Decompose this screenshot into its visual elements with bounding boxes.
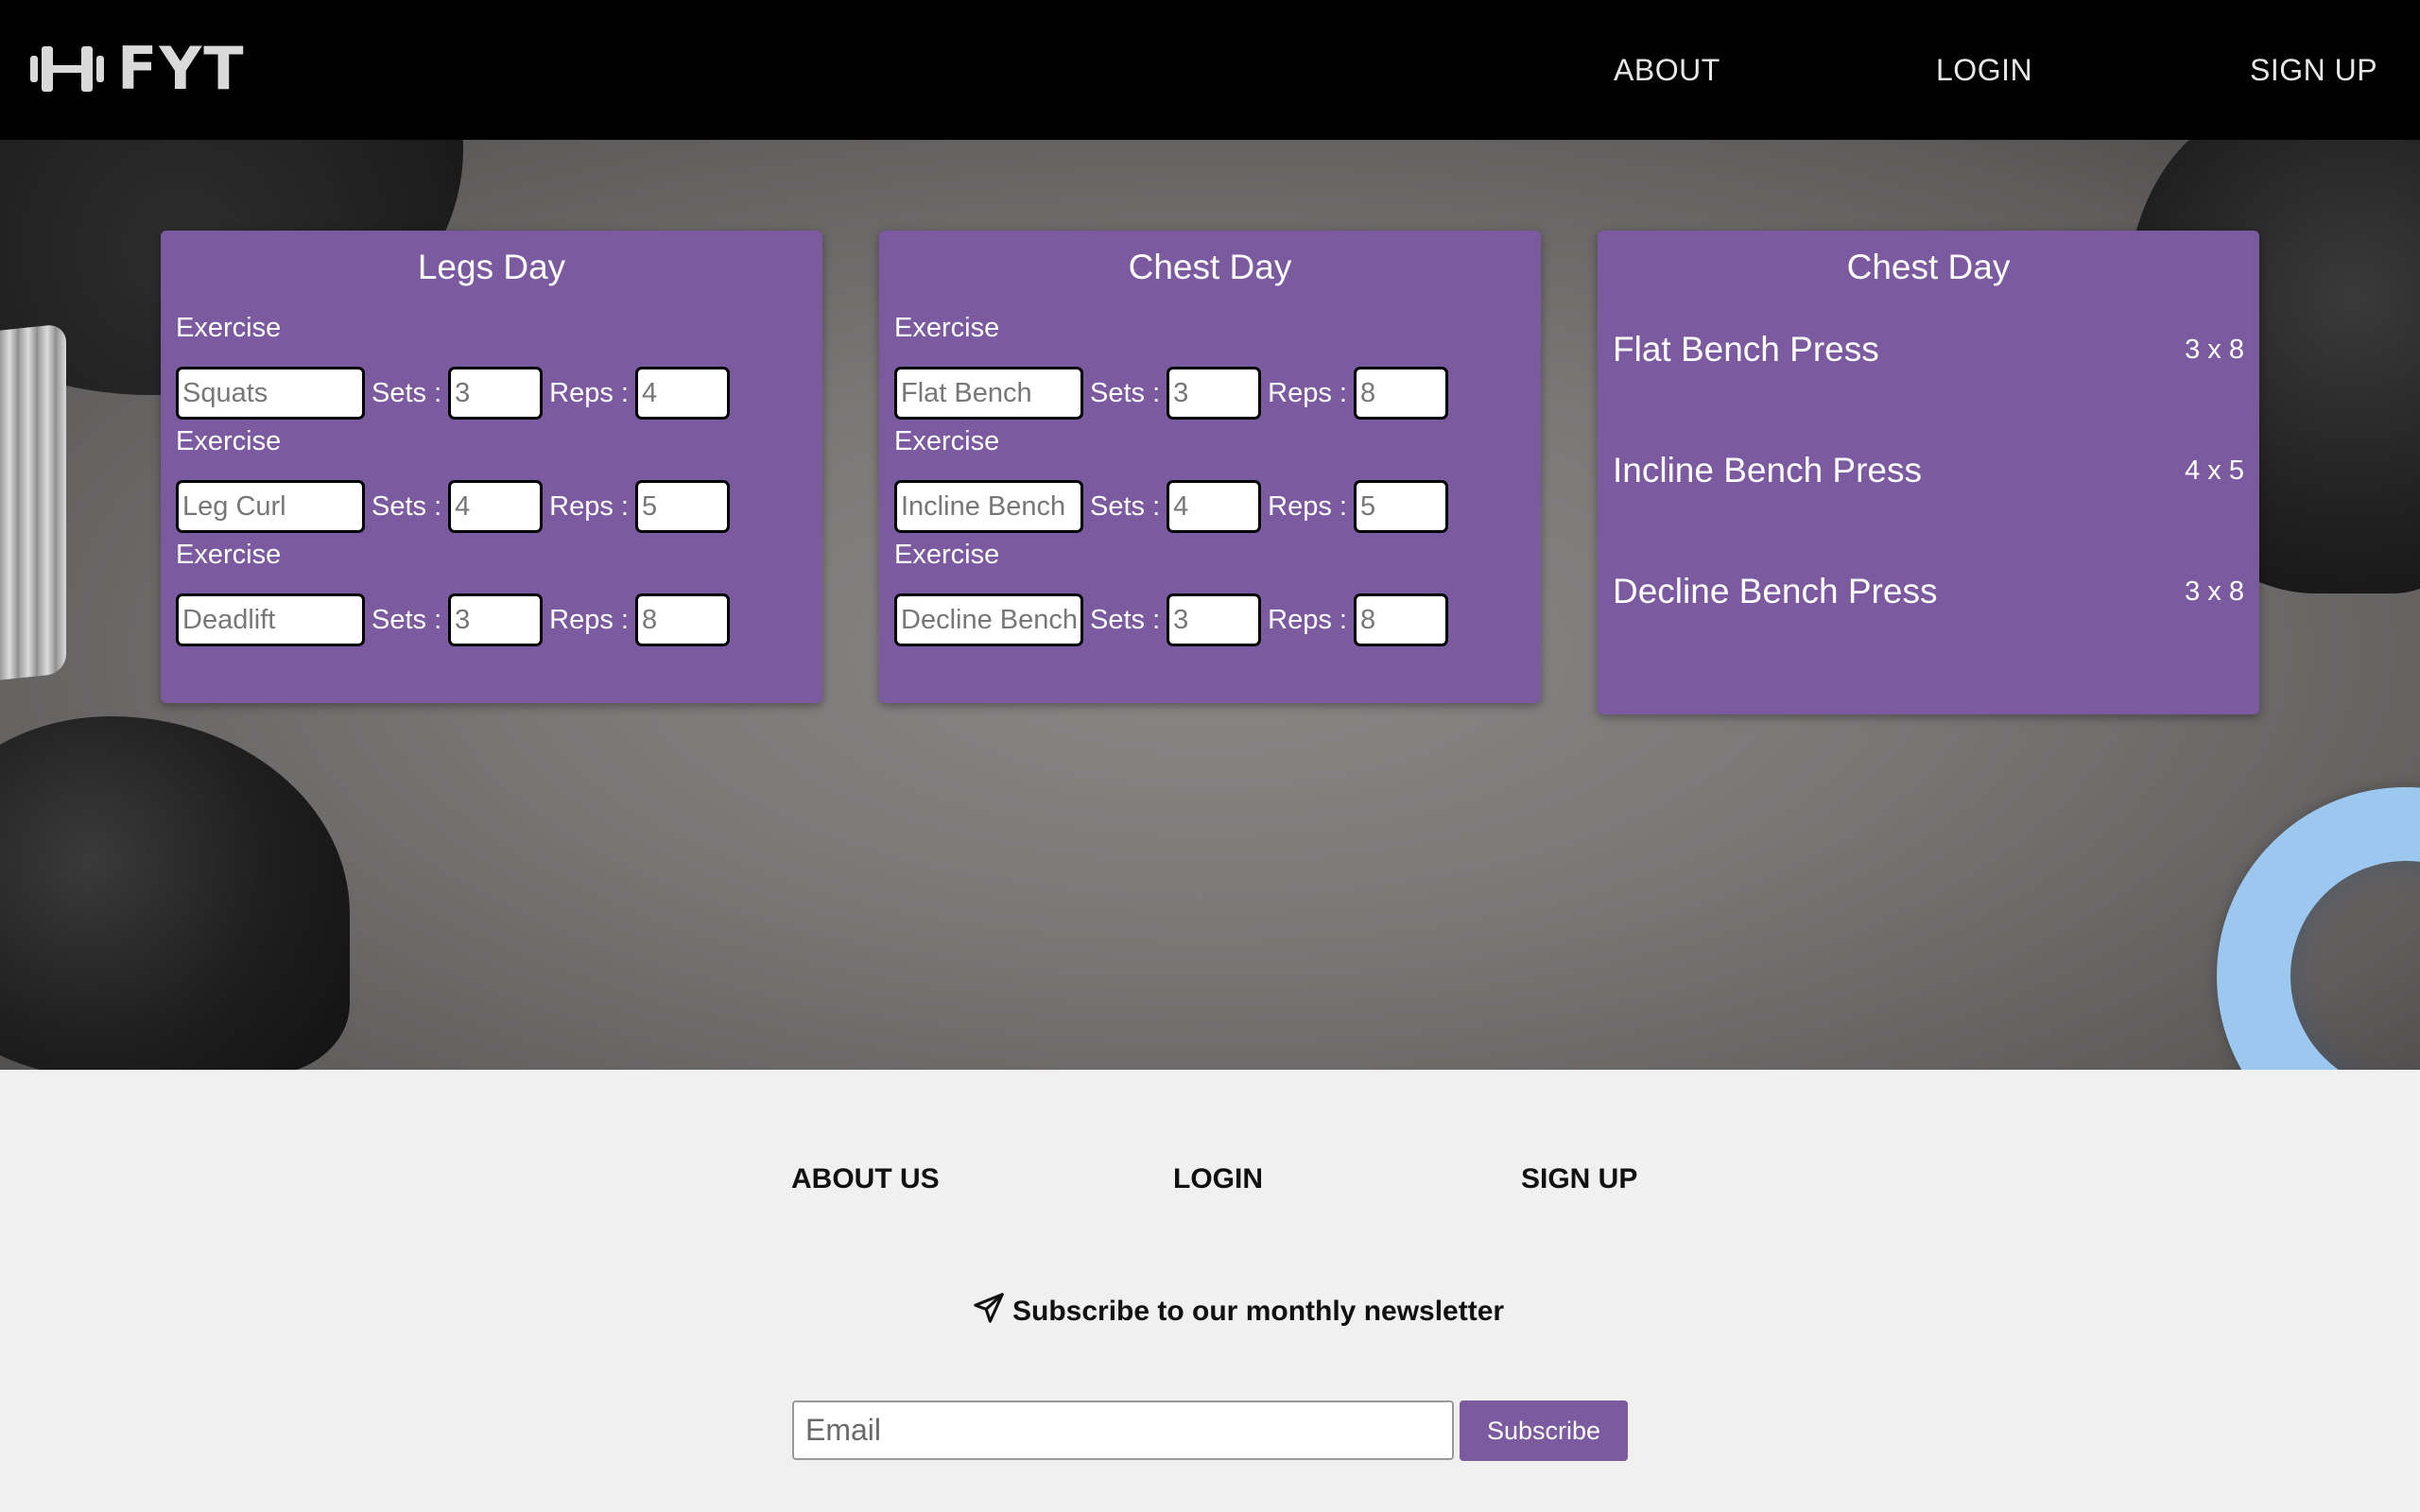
reps-input[interactable] bbox=[1353, 367, 1448, 420]
sets-input[interactable] bbox=[1167, 367, 1262, 420]
reps-label: Reps : bbox=[549, 490, 629, 522]
footer-signup-link[interactable]: SIGN UP bbox=[1521, 1160, 1637, 1198]
sets-label: Sets : bbox=[372, 377, 442, 408]
exercise-name-input[interactable] bbox=[894, 593, 1083, 646]
summary-exercise-name: Incline Bench Press bbox=[1613, 451, 1923, 490]
exercise-name-input[interactable] bbox=[894, 367, 1083, 420]
exercise-name-input[interactable] bbox=[176, 367, 365, 420]
reps-input[interactable] bbox=[1353, 593, 1448, 646]
summary-exercise-name: Flat Bench Press bbox=[1613, 330, 1879, 369]
newsletter-text: Subscribe to our monthly newsletter bbox=[1012, 1296, 1505, 1327]
exercise-label: Exercise bbox=[894, 540, 1000, 570]
footer-about-link[interactable]: ABOUT US bbox=[791, 1160, 940, 1198]
reps-input[interactable] bbox=[1353, 480, 1448, 533]
email-field[interactable] bbox=[792, 1400, 1454, 1460]
card-title: Legs Day bbox=[417, 248, 566, 286]
reps-label: Reps : bbox=[549, 604, 629, 635]
site-footer: ABOUT US LOGIN SIGN UP Subscribe to our … bbox=[0, 1070, 2420, 1512]
summary-exercise-name: Decline Bench Press bbox=[1613, 572, 1938, 610]
reps-label: Reps : bbox=[1268, 604, 1347, 635]
workout-card-chest: Chest Day Exercise Sets : Reps : Exercis… bbox=[879, 231, 1541, 703]
exercise-label: Exercise bbox=[176, 426, 282, 456]
sets-input[interactable] bbox=[1167, 593, 1262, 646]
exercise-name-input[interactable] bbox=[176, 480, 365, 533]
reps-input[interactable] bbox=[634, 367, 730, 420]
exercise-label: Exercise bbox=[176, 540, 282, 570]
nav-signup-link[interactable]: SIGN UP bbox=[2250, 49, 2377, 91]
exercise-row: Sets : Reps : bbox=[176, 367, 730, 420]
sets-label: Sets : bbox=[1090, 377, 1161, 408]
summary-sets-reps: 3 x 8 bbox=[2185, 335, 2244, 365]
exercise-label: Exercise bbox=[894, 426, 1000, 456]
glove-image bbox=[0, 716, 350, 1070]
grip-ring-image bbox=[2217, 787, 2420, 1070]
brand-logo[interactable]: FYT bbox=[28, 38, 246, 100]
nav-login-link[interactable]: LOGIN bbox=[1936, 49, 2032, 91]
reps-label: Reps : bbox=[549, 377, 629, 408]
summary-sets-reps: 4 x 5 bbox=[2185, 455, 2244, 486]
exercise-label: Exercise bbox=[894, 313, 1000, 343]
exercise-name-input[interactable] bbox=[176, 593, 365, 646]
newsletter-heading: Subscribe to our monthly newsletter bbox=[973, 1291, 1504, 1332]
footer-login-link[interactable]: LOGIN bbox=[1173, 1160, 1263, 1198]
sets-label: Sets : bbox=[1090, 604, 1161, 635]
summary-sets-reps: 3 x 8 bbox=[2185, 576, 2244, 607]
reps-label: Reps : bbox=[1268, 377, 1347, 408]
exercise-row: Sets : Reps : bbox=[894, 367, 1448, 420]
sets-input[interactable] bbox=[448, 593, 544, 646]
sets-label: Sets : bbox=[1090, 490, 1161, 522]
exercise-row: Sets : Reps : bbox=[894, 480, 1448, 533]
workout-summary-card: Chest Day Flat Bench Press 3 x 8 Incline… bbox=[1598, 231, 2259, 714]
exercise-row: Sets : Reps : bbox=[176, 593, 730, 646]
exercise-label: Exercise bbox=[176, 313, 282, 343]
site-header: FYT ABOUT LOGIN SIGN UP bbox=[0, 0, 2420, 140]
subscribe-button[interactable]: Subscribe bbox=[1460, 1400, 1628, 1461]
dumbbell-handle-image bbox=[0, 323, 66, 684]
card-title: Chest Day bbox=[1846, 248, 2011, 286]
dumbbell-icon bbox=[28, 43, 106, 95]
card-title: Chest Day bbox=[1128, 248, 1292, 286]
reps-input[interactable] bbox=[634, 480, 730, 533]
sets-input[interactable] bbox=[448, 367, 544, 420]
sets-input[interactable] bbox=[448, 480, 544, 533]
sets-label: Sets : bbox=[372, 604, 442, 635]
reps-input[interactable] bbox=[634, 593, 730, 646]
workout-card-legs: Legs Day Exercise Sets : Reps : Exercise… bbox=[161, 231, 822, 703]
exercise-row: Sets : Reps : bbox=[894, 593, 1448, 646]
exercise-name-input[interactable] bbox=[894, 480, 1083, 533]
sets-input[interactable] bbox=[1167, 480, 1262, 533]
nav-about-link[interactable]: ABOUT bbox=[1614, 49, 1720, 91]
sets-label: Sets : bbox=[372, 490, 442, 522]
brand-name: FYT bbox=[117, 34, 246, 103]
paper-plane-icon bbox=[973, 1292, 1012, 1332]
exercise-row: Sets : Reps : bbox=[176, 480, 730, 533]
reps-label: Reps : bbox=[1268, 490, 1347, 522]
